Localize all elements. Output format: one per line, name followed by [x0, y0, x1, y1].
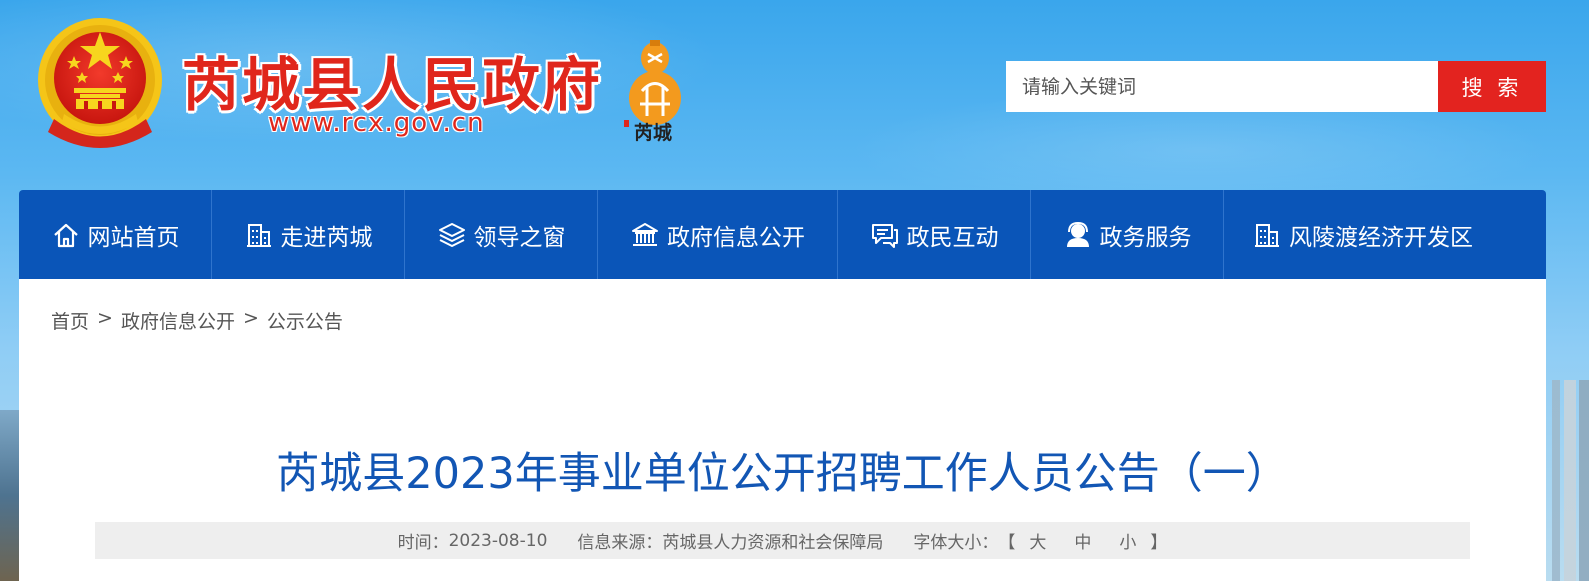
search-input[interactable] [1006, 61, 1438, 112]
city-skyline-left [0, 410, 19, 581]
breadcrumb-separator: > [97, 307, 113, 329]
article-title: 芮城县2023年事业单位公开招聘工作人员公告（一） [276, 449, 1289, 499]
content-panel: 首页 > 政府信息公开 > 公示公告 芮城县2023年事业单位公开招聘工作人员公… [19, 279, 1546, 581]
institution-icon [632, 222, 658, 246]
chat-icon [871, 223, 898, 248]
nav-item-info-disclosure[interactable]: 政府信息公开 [598, 190, 838, 279]
nav-label: 政务服务 [1099, 224, 1192, 251]
source-label: 信息来源： [577, 533, 663, 553]
font-size-label: 字体大小： [913, 533, 999, 553]
home-icon [53, 223, 78, 247]
nav-item-interaction[interactable]: 政民互动 [838, 190, 1031, 279]
main-nav: 网站首页 走进芮城 领导之窗 政府信息公开 政民互动 政务服务 风陵渡经济开发区 [19, 190, 1546, 279]
nav-label: 领导之窗 [473, 224, 566, 251]
bracket-open: 【 [998, 533, 1016, 553]
nav-item-development-zone[interactable]: 风陵渡经济开发区 [1224, 190, 1546, 279]
breadcrumb-info-disclosure[interactable]: 政府信息公开 [121, 307, 235, 334]
breadcrumb: 首页 > 政府信息公开 > 公示公告 [51, 307, 343, 334]
nav-label: 走进芮城 [280, 224, 373, 251]
nav-label: 政民互动 [906, 224, 999, 251]
article-meta-bar: 时间： 2023-08-10 信息来源： 芮城县人力资源和社会保障局 字体大小：… [95, 522, 1470, 559]
bracket-close: 】 [1150, 533, 1168, 553]
breadcrumb-announcements[interactable]: 公示公告 [267, 307, 343, 334]
publish-time-label: 时间： [397, 533, 449, 553]
city-logo-text: 芮城 [634, 122, 673, 144]
source-value: 芮城县人力资源和社会保障局 [662, 533, 884, 553]
font-size-large-button[interactable]: 大 [1015, 528, 1060, 553]
publish-time-value: 2023-08-10 [448, 530, 548, 551]
nav-item-about[interactable]: 走进芮城 [212, 190, 405, 279]
search-button[interactable]: 搜 索 [1438, 61, 1546, 112]
service-user-icon [1066, 221, 1089, 247]
national-emblem-icon [38, 18, 162, 148]
nav-item-services[interactable]: 政务服务 [1031, 190, 1224, 279]
layers-icon [438, 222, 465, 247]
building-icon [1255, 223, 1279, 247]
nav-label: 网站首页 [87, 224, 180, 251]
nav-label: 政府信息公开 [667, 224, 805, 251]
nav-item-home[interactable]: 网站首页 [19, 190, 212, 279]
nav-label: 风陵渡经济开发区 [1289, 224, 1473, 251]
breadcrumb-home[interactable]: 首页 [51, 307, 89, 334]
city-skyline-right [1546, 380, 1589, 581]
font-size-small-button[interactable]: 小 [1105, 528, 1150, 553]
building-icon [246, 223, 271, 247]
breadcrumb-separator: > [242, 307, 259, 329]
site-url: www.rcx.gov.cn [268, 108, 485, 138]
font-size-medium-button[interactable]: 中 [1060, 528, 1105, 553]
nav-item-leaders[interactable]: 领导之窗 [405, 190, 598, 279]
